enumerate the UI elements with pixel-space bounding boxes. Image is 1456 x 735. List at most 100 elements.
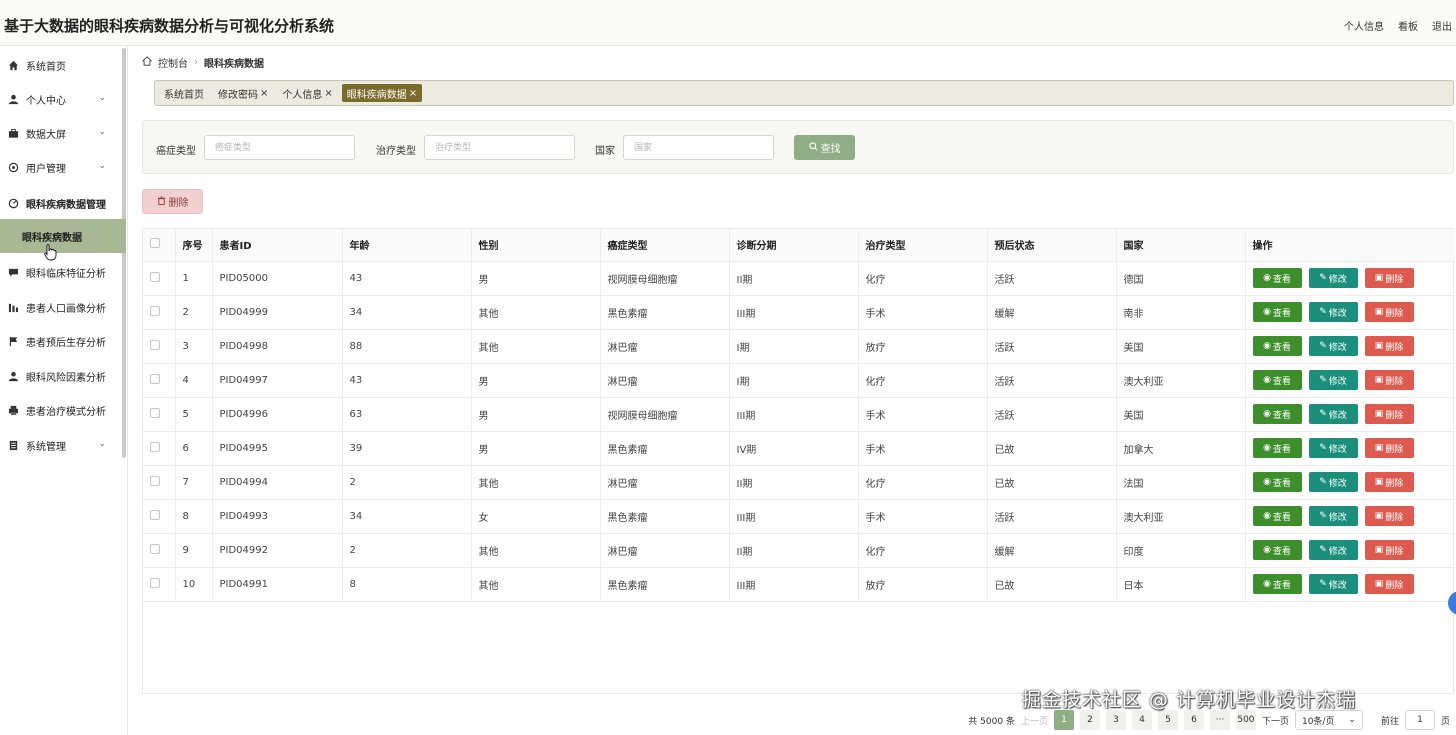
sidebar-item-eye-disease-management[interactable]: 眼科疾病数据管理 (0, 186, 122, 220)
edit-button[interactable]: ✎ 修改 (1308, 472, 1358, 492)
row-checkbox[interactable] (143, 397, 176, 432)
page-button[interactable]: 3 (1105, 710, 1126, 730)
delete-button[interactable]: ▣ 删除 (1364, 370, 1414, 390)
sidebar-scrollbar[interactable] (122, 48, 126, 458)
row-checkbox[interactable] (143, 261, 176, 296)
edit-button[interactable]: ✎ 修改 (1308, 438, 1358, 458)
sidebar-item-system-management[interactable]: 系统管理 ⌄ (0, 428, 122, 462)
sidebar-item-demographics-analysis[interactable]: 患者人口画像分析 (0, 290, 122, 324)
pencil-icon: ✎ (1319, 273, 1327, 283)
table-cell: PID04997 (212, 363, 343, 398)
view-button[interactable]: ◉ 查看 (1252, 438, 1302, 458)
delete-button[interactable]: ▣ 删除 (1364, 574, 1414, 594)
delete-button[interactable]: ▣ 删除 (1364, 336, 1414, 356)
view-button[interactable]: ◉ 查看 (1252, 472, 1302, 492)
sidebar-item-prognosis-analysis[interactable]: 患者预后生存分析 (0, 324, 122, 358)
view-button[interactable]: ◉ 查看 (1252, 574, 1302, 594)
page-button[interactable]: 500 (1235, 710, 1256, 730)
delete-button[interactable]: ▣ 删除 (1364, 540, 1414, 560)
row-checkbox[interactable] (143, 363, 176, 398)
next-page-button[interactable]: 下一页 (1262, 714, 1289, 727)
row-checkbox[interactable] (143, 465, 176, 500)
page-button[interactable]: 4 (1131, 710, 1152, 730)
close-icon[interactable]: × (324, 88, 332, 99)
close-icon[interactable]: × (260, 88, 268, 99)
country-input[interactable] (623, 135, 774, 160)
trash-icon: ▣ (1374, 409, 1384, 419)
view-button[interactable]: ◉ 查看 (1252, 540, 1302, 560)
edit-button[interactable]: ✎ 修改 (1308, 336, 1358, 356)
view-label: 查看 (1272, 342, 1291, 353)
tag-home[interactable]: 系统首页 (159, 84, 209, 102)
tag-eye-disease-data[interactable]: 眼科疾病数据 × (341, 84, 423, 102)
sidebar-item-home[interactable]: 系统首页 (0, 48, 122, 82)
row-checkbox[interactable] (143, 567, 176, 602)
view-button[interactable]: ◉ 查看 (1252, 268, 1302, 288)
edit-button[interactable]: ✎ 修改 (1308, 370, 1358, 390)
table-cell: 7 (175, 465, 213, 500)
profile-link[interactable]: 个人信息 (1344, 18, 1384, 33)
delete-button[interactable]: ▣ 删除 (1364, 404, 1414, 424)
table-cell: 43 (342, 261, 472, 296)
table-row: 10 PID04991 8 其他 黑色素瘤 III期 放疗 已故 日本 ◉ 查看 ✎ 修改 ▣ 删除 (143, 567, 1455, 602)
chevron-down-icon: ⌄ (98, 161, 106, 171)
cancer-type-input[interactable] (204, 135, 355, 160)
delete-button[interactable]: ▣ 删除 (1364, 302, 1414, 322)
header-links: 个人信息 看板 退出 (1344, 18, 1452, 33)
table-cell: 34 (342, 295, 472, 330)
row-checkbox[interactable] (143, 499, 176, 534)
table-cell: 2 (342, 533, 472, 568)
row-checkbox[interactable] (143, 533, 176, 568)
row-checkbox[interactable] (143, 431, 176, 466)
sidebar-item-eye-disease-data[interactable]: 眼科疾病数据 (0, 219, 126, 253)
table-cell: 淋巴瘤 (600, 533, 730, 568)
delete-button[interactable]: ▣ 删除 (1364, 506, 1414, 526)
edit-button[interactable]: ✎ 修改 (1308, 302, 1358, 322)
edit-button[interactable]: ✎ 修改 (1308, 506, 1358, 526)
delete-button[interactable]: ▣ 删除 (1364, 438, 1414, 458)
tag-personal-info[interactable]: 个人信息 × (277, 84, 337, 102)
table-cell: 德国 (1116, 261, 1246, 296)
page-button[interactable]: 2 (1079, 710, 1100, 730)
view-button[interactable]: ◉ 查看 (1252, 336, 1302, 356)
row-checkbox[interactable] (143, 329, 176, 364)
delete-button[interactable]: ▣ 删除 (1364, 472, 1414, 492)
sidebar-item-risk-analysis[interactable]: 眼科风险因素分析 (0, 359, 122, 393)
view-button[interactable]: ◉ 查看 (1252, 506, 1302, 526)
sidebar-item-personal[interactable]: 个人中心 ⌄ (0, 82, 122, 116)
sidebar-item-treatment-analysis[interactable]: 患者治疗模式分析 (0, 393, 122, 427)
edit-button[interactable]: ✎ 修改 (1308, 540, 1358, 560)
sidebar-item-clinical-analysis[interactable]: 眼科临床特征分析 (0, 255, 122, 289)
sidebar-item-users[interactable]: 用户管理 ⌄ (0, 150, 122, 184)
page-size-select[interactable]: 10条/页 ⌄ (1294, 710, 1363, 730)
view-button[interactable]: ◉ 查看 (1252, 370, 1302, 390)
sidebar-item-datascreen[interactable]: 数据大屏 ⌄ (0, 116, 122, 150)
search-button[interactable]: 查找 (794, 135, 855, 160)
page-button[interactable]: 5 (1157, 710, 1178, 730)
sidebar-item-label: 用户管理 (26, 163, 66, 175)
more-pages-button[interactable]: ··· (1209, 710, 1230, 730)
view-button[interactable]: ◉ 查看 (1252, 302, 1302, 322)
row-actions: ◉ 查看 ✎ 修改 ▣ 删除 (1245, 567, 1455, 602)
logout-link[interactable]: 退出 (1432, 18, 1452, 33)
treatment-type-input[interactable] (424, 135, 575, 160)
prev-page-button[interactable]: 上一页 (1021, 714, 1048, 727)
close-icon[interactable]: × (409, 88, 417, 99)
tag-change-password[interactable]: 修改密码 × (213, 84, 273, 102)
breadcrumb-home[interactable]: 控制台 (158, 55, 188, 70)
select-all-checkbox[interactable] (143, 229, 176, 262)
edit-button[interactable]: ✎ 修改 (1308, 404, 1358, 424)
edit-button[interactable]: ✎ 修改 (1308, 268, 1358, 288)
view-button[interactable]: ◉ 查看 (1252, 404, 1302, 424)
page-button[interactable]: 6 (1183, 710, 1204, 730)
delete-label: 删除 (1385, 512, 1404, 523)
row-checkbox[interactable] (143, 295, 176, 330)
batch-delete-button[interactable]: 删除 (142, 189, 203, 214)
edit-button[interactable]: ✎ 修改 (1308, 574, 1358, 594)
goto-page-input[interactable]: 1 (1404, 710, 1435, 730)
table-cell: 8 (175, 499, 213, 534)
table-cell: 4 (175, 363, 213, 398)
page-button[interactable]: 1 (1053, 710, 1074, 730)
dashboard-link[interactable]: 看板 (1398, 18, 1418, 33)
delete-button[interactable]: ▣ 删除 (1364, 268, 1414, 288)
